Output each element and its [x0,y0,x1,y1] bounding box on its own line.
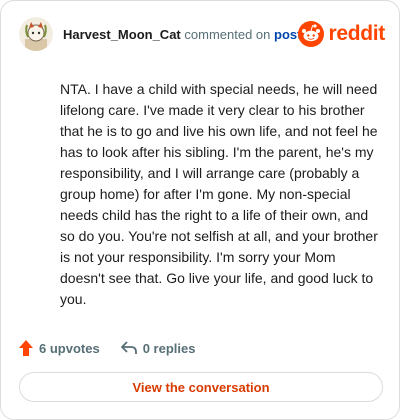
commented-on-text: commented on [184,27,271,42]
reddit-logo[interactable]: reddit [298,21,385,47]
user-avatar[interactable] [19,17,53,51]
upvote-button[interactable]: 6 upvotes [18,339,100,357]
reply-count: 0 replies [142,340,196,356]
upvote-arrow-icon [19,340,33,356]
upvote-count: 6 upvotes [39,340,100,356]
username-link[interactable]: Harvest_Moon_Cat [63,27,181,42]
post-link[interactable]: post [274,27,301,42]
comment-header: Harvest_Moon_Cat commented on post reddi… [19,17,385,51]
reddit-wordmark: reddit [328,22,385,45]
view-conversation-button[interactable]: View the conversation [19,372,383,402]
reddit-snoo-icon [298,21,325,47]
comment-byline: Harvest_Moon_Cat commented on post [63,27,301,42]
reply-arrow-icon [120,341,137,354]
comment-body: NTA. I have a child with special needs, … [60,81,378,307]
embedded-comment-card: Harvest_Moon_Cat commented on post reddi… [0,0,400,420]
comment-actions: 6 upvotes 0 replies [18,338,195,358]
reply-button[interactable]: 0 replies [120,340,196,356]
